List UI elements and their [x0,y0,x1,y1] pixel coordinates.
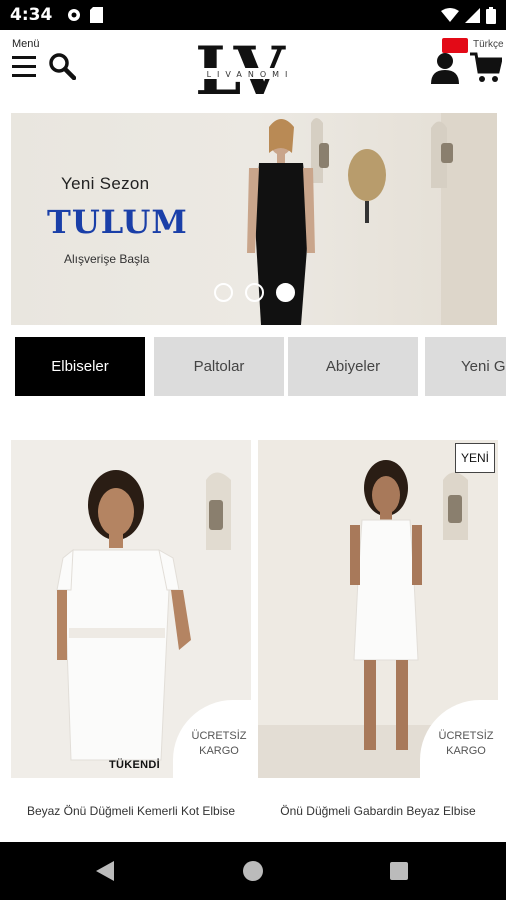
logo-wordmark: LIVANOMI [207,70,294,79]
product-card[interactable]: TÜKENDİ ÜCRETSİZ KARGO Beyaz Önü Düğmeli… [11,440,251,818]
product-name[interactable]: Beyaz Önü Düğmeli Kemerli Kot Elbise [11,804,251,818]
signal-icon [465,7,480,23]
tab-abiyeler[interactable]: Abiyeler [288,337,418,396]
turkey-flag-icon[interactable] [442,38,468,53]
search-icon[interactable] [48,52,76,80]
banner-title: TULUM [47,203,188,241]
recent-apps-icon[interactable] [390,862,408,880]
slider-dots [214,283,295,302]
product-image[interactable]: YENİ ÜCRETSİZ KARGO [258,440,498,778]
promo-banner[interactable]: Yeni Sezon TULUM Alışverişe Başla [11,113,497,325]
wifi-icon [441,8,459,22]
tab-paltolar[interactable]: Paltolar [154,337,284,396]
product-card[interactable]: YENİ ÜCRETSİZ KARGO Önü Düğmeli Gabardin… [258,440,498,818]
sd-card-icon [90,7,104,23]
sold-out-badge: TÜKENDİ [109,759,160,771]
category-tabs: Elbiseler Paltolar Abiyeler Yeni Gelenle… [0,337,506,397]
product-image[interactable]: TÜKENDİ ÜCRETSİZ KARGO [11,440,251,778]
slider-dot[interactable] [214,283,233,302]
menu-label: Menü [12,38,40,50]
status-bar: 4:34 [0,0,506,30]
system-nav-bar [0,842,506,900]
home-icon[interactable] [243,861,263,881]
slider-dot-active[interactable] [276,283,295,302]
back-icon[interactable] [96,861,114,881]
settings-icon [68,9,81,21]
tab-elbiseler[interactable]: Elbiseler [15,337,145,396]
hamburger-menu-icon[interactable] [12,56,38,78]
brand-logo[interactable]: LV LIVANOMI [185,32,315,110]
shopping-cart-icon[interactable] [470,52,502,84]
tab-yeni-gelenler[interactable]: Yeni Gelenler [425,337,506,396]
product-name[interactable]: Önü Düğmeli Gabardin Beyaz Elbise [258,804,498,818]
battery-icon [486,6,496,24]
banner-cta-link[interactable]: Alışverişe Başla [64,252,149,266]
user-account-icon[interactable] [430,52,460,84]
language-label[interactable]: Türkçe [473,39,504,50]
status-time: 4:34 [10,5,53,25]
new-badge: YENİ [455,443,495,473]
banner-subtitle: Yeni Sezon [61,174,150,193]
slider-dot[interactable] [245,283,264,302]
app-header: Menü LV LIVANOMI Türkçe [0,30,506,110]
